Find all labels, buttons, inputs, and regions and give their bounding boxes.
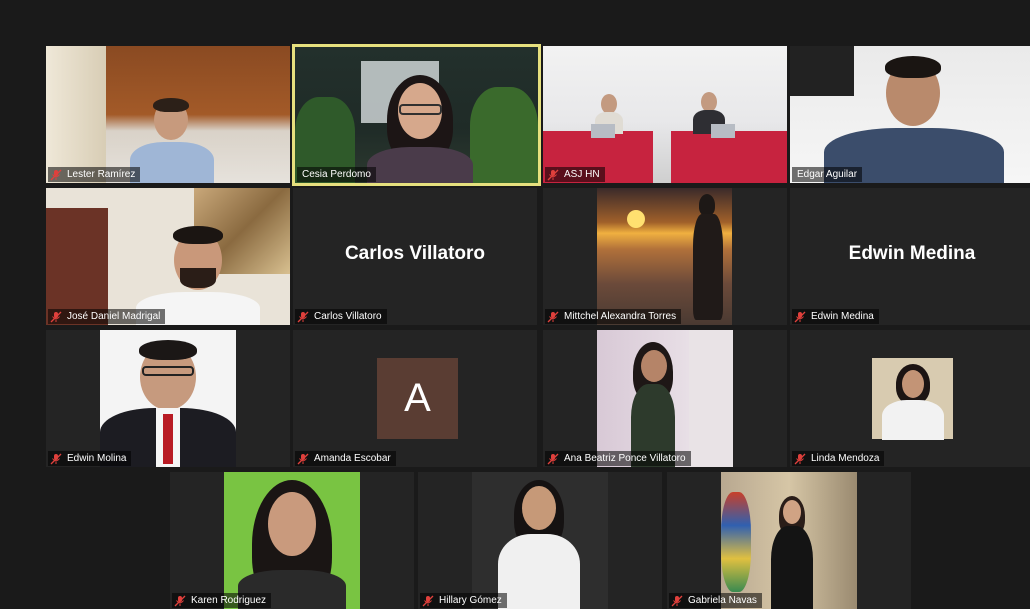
participant-tile-edwin-molina[interactable]: Edwin Molina <box>46 330 290 467</box>
participant-tile-hillary-gomez[interactable]: Hillary Gómez <box>418 472 662 609</box>
participant-name: Amanda Escobar <box>314 453 391 464</box>
video-feed <box>543 46 787 183</box>
muted-microphone-icon <box>794 311 806 322</box>
participant-name: Gabriela Navas <box>688 595 757 606</box>
participant-name-bar: Carlos Villatoro <box>295 309 387 324</box>
video-feed <box>46 46 290 183</box>
video-feed <box>224 472 360 609</box>
participant-name-bar: Amanda Escobar <box>295 451 396 466</box>
avatar: A <box>377 358 458 439</box>
participant-name-bar: ASJ HN <box>545 167 605 182</box>
participant-name: Ana Beatriz Ponce Villatoro <box>564 453 686 464</box>
video-feed <box>597 188 732 325</box>
participant-display-name: Edwin Medina <box>848 243 976 264</box>
participant-tile-gabriela-navas[interactable]: Gabriela Navas <box>667 472 911 609</box>
participant-name-bar: Gabriela Navas <box>669 593 762 608</box>
participant-name: Linda Mendoza <box>811 453 880 464</box>
participant-name: Hillary Gómez <box>439 595 502 606</box>
participant-tile-ana-beatriz-ponce-villatoro[interactable]: Ana Beatriz Ponce Villatoro <box>543 330 787 467</box>
participant-name-bar: Edgar Aguilar <box>792 167 863 182</box>
participant-name: Edgar Aguilar <box>797 169 858 180</box>
video-feed <box>46 188 290 325</box>
participant-name-bar: Edwin Molina <box>48 451 132 466</box>
muted-microphone-icon <box>671 595 683 606</box>
participant-tile-edwin-medina[interactable]: Edwin Medina Edwin Medina <box>790 188 1030 325</box>
participant-name: Edwin Molina <box>67 453 127 464</box>
muted-microphone-icon <box>547 169 559 180</box>
participant-tile-amanda-escobar[interactable]: A Amanda Escobar <box>293 330 537 467</box>
participant-name-bar: Hillary Gómez <box>420 593 507 608</box>
participant-tile-jose-daniel-madrigal[interactable]: José Daniel Madrigal <box>46 188 290 325</box>
participant-name-bar: Edwin Medina <box>792 309 879 324</box>
participant-name: Cesia Perdomo <box>302 169 371 180</box>
participant-name-bar: Karen Rodriguez <box>172 593 272 608</box>
participant-tile-lester-ramirez[interactable]: Lester Ramírez <box>46 46 290 183</box>
video-feed <box>472 472 608 609</box>
participant-display-name: Carlos Villatoro <box>344 243 486 264</box>
participant-name: José Daniel Madrigal <box>67 311 161 322</box>
participant-name-bar: José Daniel Madrigal <box>48 309 166 324</box>
participant-name-bar: Cesia Perdomo <box>297 167 376 182</box>
muted-microphone-icon <box>547 311 559 322</box>
participant-tile-edgar-aguilar[interactable]: Edgar Aguilar <box>790 46 1030 183</box>
participant-name: Edwin Medina <box>811 311 874 322</box>
video-feed <box>100 330 236 467</box>
video-feed <box>872 358 953 440</box>
participant-name: ASJ HN <box>564 169 600 180</box>
participant-tile-karen-rodriguez[interactable]: Karen Rodriguez <box>170 472 414 609</box>
video-feed <box>721 472 857 609</box>
participant-name: Mittchel Alexandra Torres <box>564 311 677 322</box>
participant-tile-asj-hn[interactable]: ASJ HN <box>543 46 787 183</box>
participant-name: Carlos Villatoro <box>314 311 382 322</box>
muted-microphone-icon <box>50 453 62 464</box>
participant-tile-cesia-perdomo[interactable]: Cesia Perdomo <box>292 44 541 186</box>
participant-name-bar: Ana Beatriz Ponce Villatoro <box>545 451 691 466</box>
muted-microphone-icon <box>297 453 309 464</box>
video-feed <box>790 46 1030 183</box>
muted-microphone-icon <box>50 311 62 322</box>
participant-tile-carlos-villatoro[interactable]: Carlos Villatoro Carlos Villatoro <box>293 188 537 325</box>
muted-microphone-icon <box>547 453 559 464</box>
participant-name: Lester Ramírez <box>67 169 136 180</box>
muted-microphone-icon <box>422 595 434 606</box>
video-feed <box>597 330 733 467</box>
participant-tile-linda-mendoza[interactable]: Linda Mendoza <box>790 330 1030 467</box>
participant-name-bar: Linda Mendoza <box>792 451 885 466</box>
muted-microphone-icon <box>50 169 62 180</box>
participant-tile-mittchel-alexandra-torres[interactable]: Mittchel Alexandra Torres <box>543 188 787 325</box>
muted-microphone-icon <box>174 595 186 606</box>
participant-name-bar: Mittchel Alexandra Torres <box>545 309 682 324</box>
muted-microphone-icon <box>297 311 309 322</box>
participant-name: Karen Rodriguez <box>191 595 267 606</box>
muted-microphone-icon <box>794 453 806 464</box>
participant-name-bar: Lester Ramírez <box>48 167 141 182</box>
video-feed <box>295 47 538 183</box>
